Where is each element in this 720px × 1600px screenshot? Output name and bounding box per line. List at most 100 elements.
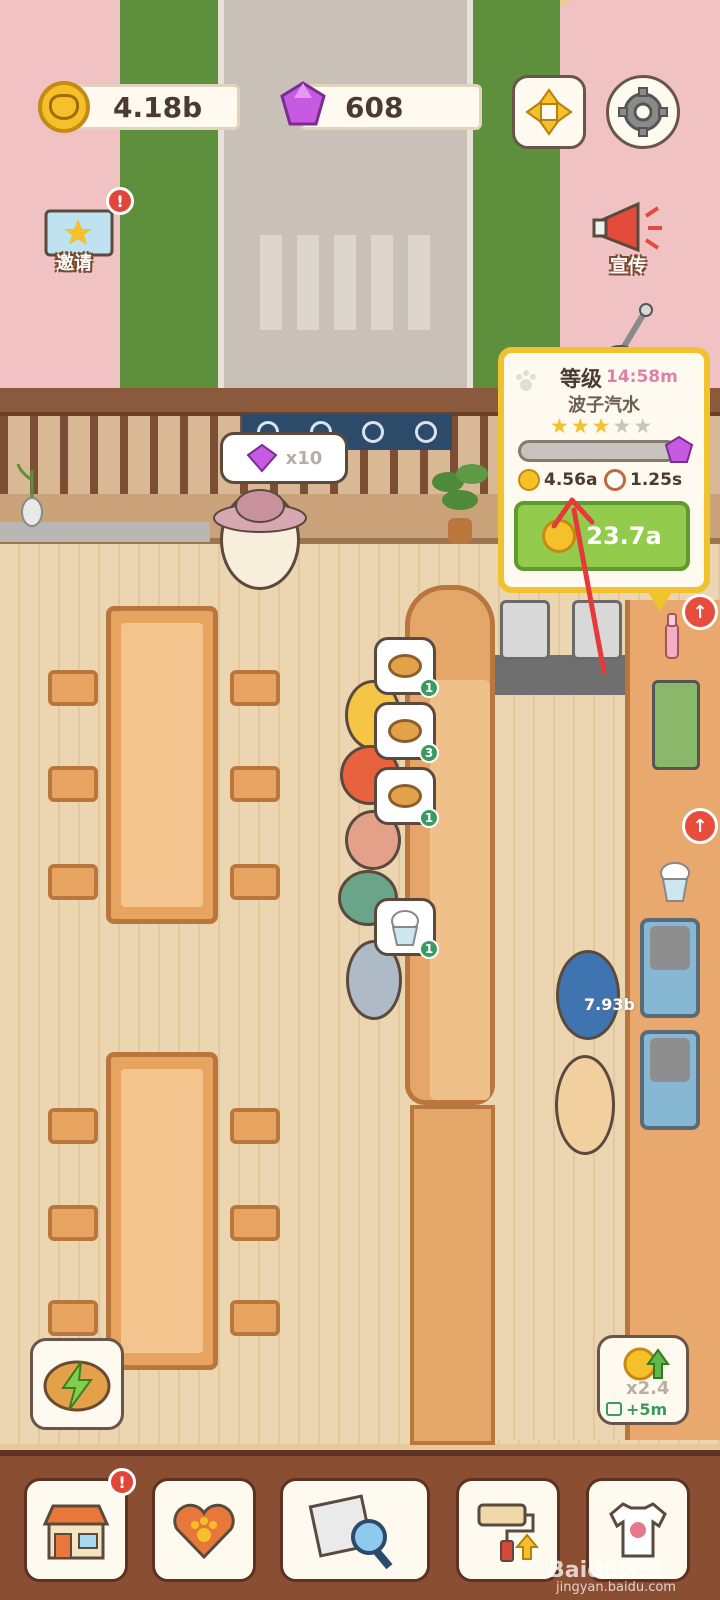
income-value: 4.56a — [544, 470, 598, 490]
coin-amount: 4.18b — [113, 90, 203, 124]
star-icon: ★ — [612, 414, 632, 438]
coin-counter: 4.18b — [70, 84, 240, 130]
road — [218, 0, 473, 400]
gem-reward-bubble[interactable]: x10 — [220, 432, 348, 484]
ramune-bottle-icon — [665, 613, 679, 659]
speed-boost-button[interactable] — [30, 1338, 124, 1430]
back-counter — [495, 655, 630, 695]
stool — [230, 1300, 280, 1336]
gem-reward-amount: x10 — [285, 447, 323, 469]
curry-rice-icon — [388, 784, 422, 808]
star-icon: ★ — [570, 414, 590, 438]
potted-plant-icon — [432, 464, 488, 544]
stool — [48, 1300, 98, 1336]
ice-cream-icon — [660, 862, 690, 902]
fullscreen-button[interactable] — [512, 75, 586, 149]
income-multiplier-button[interactable]: x2.4 +5m — [597, 1335, 689, 1425]
stool — [48, 864, 98, 900]
invite-button[interactable]: 邀请 — [42, 205, 118, 275]
invite-label: 邀请 — [56, 253, 92, 274]
multiplier-value: x2.4 — [626, 1378, 670, 1399]
upgrade-button[interactable]: 23.7a — [514, 501, 690, 571]
lightning-plate-icon — [43, 1360, 111, 1412]
timer-icon — [604, 469, 626, 491]
dining-table[interactable] — [106, 606, 218, 924]
order-count: 1 — [419, 808, 439, 828]
upgrade-arrow-icon[interactable]: ↑ — [682, 808, 718, 844]
ice-cream-machine[interactable] — [640, 1030, 700, 1130]
ice-cream-machine[interactable] — [640, 918, 700, 1018]
paint-roller-icon — [477, 1503, 540, 1562]
interval-stat: 1.25s — [604, 469, 682, 491]
stool — [230, 864, 280, 900]
video-ad-icon — [606, 1402, 622, 1416]
stool — [230, 1108, 280, 1144]
stool — [230, 670, 280, 706]
paw-icon — [516, 370, 536, 391]
stool — [48, 766, 98, 802]
soda-dispenser[interactable] — [500, 600, 550, 660]
stool — [230, 1205, 280, 1241]
curry-rice-icon — [388, 719, 422, 743]
gem-icon — [246, 443, 278, 473]
watermark-url: jingyan.baidu.com — [556, 1580, 676, 1595]
curry-rice-icon — [388, 654, 422, 678]
grass-left — [120, 0, 230, 400]
megaphone-icon — [592, 201, 662, 253]
vase-plant-icon — [16, 463, 43, 527]
stool — [230, 766, 280, 802]
cat-chef[interactable] — [555, 1055, 615, 1155]
coin-icon — [518, 469, 540, 491]
news-button[interactable] — [280, 1478, 430, 1582]
gear-icon — [618, 87, 668, 137]
level-progress-bar — [518, 440, 678, 462]
gem-icon — [280, 81, 326, 126]
popup-tail — [646, 589, 674, 611]
decorate-button[interactable] — [456, 1478, 560, 1582]
invite-notification-badge: ! — [106, 187, 134, 215]
arrows-inward-icon — [525, 88, 573, 136]
item-upgrade-popup[interactable]: 等级 14:58m 波子汽水 ★ ★ ★ ★ ★ 4.56a 1.25s 23.… — [498, 347, 710, 611]
heart-paw-icon — [173, 1503, 235, 1560]
customer-income-text: 7.93b — [584, 995, 635, 1014]
favorites-button[interactable] — [152, 1478, 256, 1582]
order-count: 3 — [419, 743, 439, 763]
star-rating: ★ ★ ★ ★ ★ — [550, 415, 652, 437]
order-bubble[interactable]: 1 — [374, 898, 439, 959]
stool — [48, 1108, 98, 1144]
gem-amount: 608 — [345, 90, 404, 124]
kitchen-floor — [495, 690, 625, 1440]
order-bubble[interactable]: 1 — [374, 767, 439, 828]
soda-dispenser[interactable] — [572, 600, 622, 660]
level-timer: 14:58m — [606, 367, 678, 387]
income-stat: 4.56a — [518, 469, 597, 491]
counter-extension — [410, 1105, 495, 1445]
stool — [48, 670, 98, 706]
shop-notification-badge: ! — [108, 1468, 136, 1496]
counter-top — [430, 680, 490, 1100]
multiplier-duration: +5m — [626, 1400, 668, 1419]
coin-up-icon — [623, 1347, 670, 1381]
ice-cream-cup-icon — [391, 910, 419, 946]
order-bubble[interactable]: 1 — [374, 637, 439, 698]
stool — [48, 1205, 98, 1241]
grass-right — [470, 0, 560, 400]
order-bubble[interactable]: 3 — [374, 702, 439, 763]
gem-icon — [664, 435, 694, 463]
dining-table[interactable] — [106, 1052, 218, 1370]
upgrade-arrow-icon[interactable]: ↑ — [682, 594, 718, 630]
promote-button[interactable]: 宣传 — [592, 198, 672, 280]
drink-fridge[interactable] — [652, 680, 700, 770]
promote-label: 宣传 — [610, 256, 646, 277]
shop-button[interactable] — [24, 1478, 128, 1582]
sun-hat-icon — [213, 489, 307, 533]
interval-value: 1.25s — [630, 470, 683, 490]
settings-button[interactable] — [606, 75, 680, 149]
order-count: 1 — [419, 939, 439, 959]
star-icon: ★ — [550, 414, 569, 438]
upgrade-cost: 23.7a — [586, 522, 662, 550]
shop-icon — [42, 1504, 110, 1560]
order-count: 1 — [419, 678, 439, 698]
star-icon: ★ — [633, 414, 653, 438]
coin-icon — [38, 81, 90, 133]
